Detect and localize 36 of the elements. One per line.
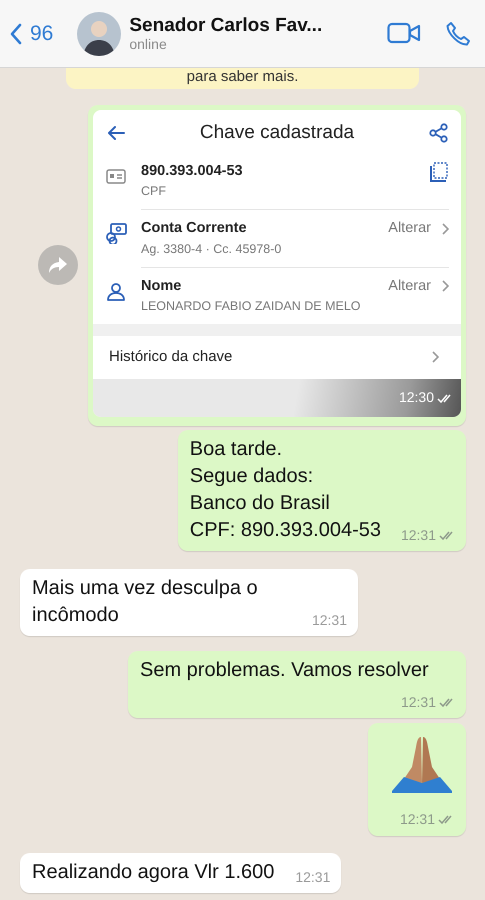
chevron-right-icon bbox=[441, 280, 449, 292]
message-time: 12:31 bbox=[400, 526, 436, 544]
row-subtitle: Ag. 3380-4 · Cc. 45978-0 bbox=[141, 240, 282, 258]
forward-icon bbox=[48, 256, 68, 274]
row-title: Nome bbox=[141, 276, 182, 296]
message-text: Mais uma vez desculpa o incômodo bbox=[32, 576, 258, 626]
contact-avatar[interactable] bbox=[77, 12, 122, 56]
back-button[interactable]: 96 bbox=[10, 18, 54, 50]
message-time: 12:30 bbox=[398, 388, 434, 407]
phone-icon[interactable] bbox=[445, 20, 471, 46]
chevron-left-icon bbox=[10, 22, 22, 44]
row-title: 890.393.004-53 bbox=[141, 162, 244, 180]
video-call-icon[interactable] bbox=[387, 22, 421, 46]
message-text: Realizando agora Vlr 1.600 bbox=[32, 860, 274, 882]
row-subtitle: CPF bbox=[141, 183, 167, 200]
message-time: 12:31 bbox=[312, 610, 347, 630]
notice-text: para saber mais. bbox=[66, 68, 419, 89]
copy-icon[interactable] bbox=[429, 160, 449, 182]
image-message[interactable]: Chave cadastrada 890.393.004-53 CPF Conta Corrente Ag. 3380-4 · Cc. 45978-0 Alterar Nome LEONARDO FABIO ZAIDAN DE MELO Alterar Histórico da chave 12:30 bbox=[88, 105, 466, 426]
chevron-right-icon bbox=[431, 351, 439, 364]
contact-status: online bbox=[129, 36, 168, 52]
message-text: Boa tarde. Segue dados: Banco do Brasil CPF: 890.393.004-53 bbox=[190, 438, 381, 540]
change-link[interactable]: Alterar bbox=[388, 276, 449, 298]
row-subtitle: LEONARDO FABIO ZAIDAN DE MELO bbox=[141, 298, 362, 316]
bank-notes-icon bbox=[105, 222, 127, 244]
chevron-right-icon bbox=[441, 222, 449, 235]
message-text: Sem problemas. Vamos resolver bbox=[140, 658, 429, 680]
message-time: 12:31 bbox=[400, 810, 435, 828]
screen-title: Chave cadastrada bbox=[200, 121, 354, 145]
message-time: 12:31 bbox=[400, 692, 436, 712]
contact-name[interactable]: Senador Carlos Fav... bbox=[129, 14, 387, 37]
message-time: 12:31 bbox=[295, 868, 330, 886]
change-link[interactable]: Alterar bbox=[388, 218, 449, 240]
arrow-left-icon bbox=[107, 125, 125, 142]
row-title: Conta Corrente bbox=[141, 219, 248, 238]
share-icon bbox=[429, 123, 449, 144]
